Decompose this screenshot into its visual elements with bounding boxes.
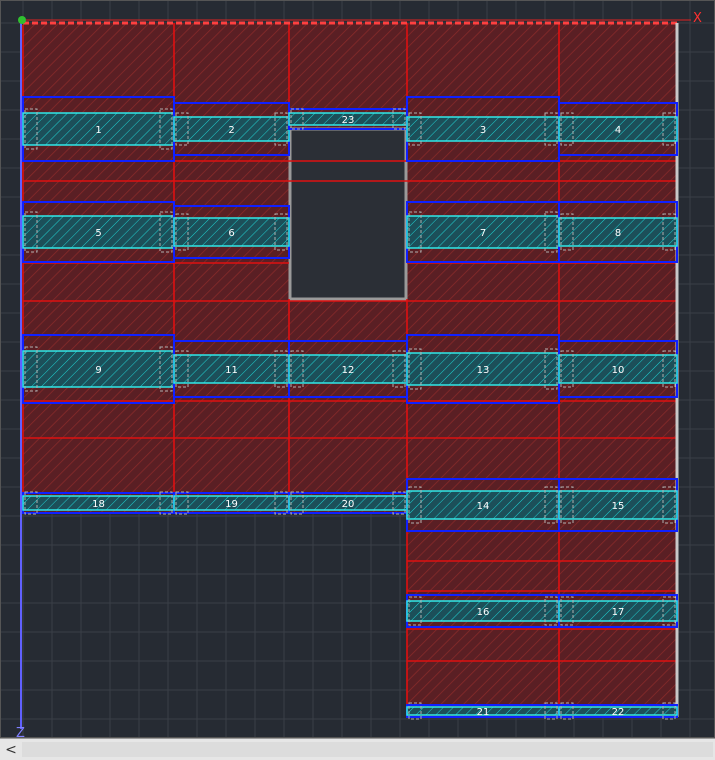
beam-label: 17 <box>612 607 625 618</box>
beam-label: 7 <box>480 228 486 239</box>
beam-19[interactable]: 19 <box>173 491 290 515</box>
beam-label: 3 <box>480 125 486 136</box>
scroll-left-arrow-icon[interactable]: < <box>0 739 22 760</box>
cad-drawing[interactable]: 1 2233 45 6 7 89 11 12 13 1018 19 20 14 1516 1721 22 X … <box>1 1 715 738</box>
beam-label: 13 <box>477 365 490 376</box>
origin-marker <box>18 16 26 24</box>
beam-21[interactable]: 21 <box>406 702 560 720</box>
beam-label: 22 <box>612 707 625 718</box>
horizontal-scrollbar[interactable]: < <box>0 738 715 760</box>
z-axis-label: Z <box>16 726 25 738</box>
beam-label: 1 <box>95 125 101 136</box>
beam-18[interactable]: 18 <box>22 491 175 515</box>
beam-label: 4 <box>615 125 621 136</box>
beam-label: 15 <box>612 501 625 512</box>
slab-middle <box>289 299 407 513</box>
cad-viewport[interactable]: 1 2 23 3 4 5 6 7 8 9 11 12 13 10 18 19 20 14 15 16 17 21 22 X … <box>0 0 715 738</box>
beam-label: 12 <box>342 365 355 376</box>
beam-label: 18 <box>92 499 105 510</box>
beam-label: 11 <box>225 365 238 376</box>
beam-label: 19 <box>225 499 238 510</box>
scrollbar-thumb[interactable] <box>22 742 713 757</box>
beam-label: 6 <box>228 228 234 239</box>
floor-opening <box>288 127 408 301</box>
x-axis-label: X <box>693 11 702 26</box>
beam-label: 21 <box>477 707 490 718</box>
beam-label: 14 <box>477 501 490 512</box>
beam-label: 10 <box>612 365 625 376</box>
beam-label: 9 <box>95 365 101 376</box>
beam-label: 23 <box>342 115 355 126</box>
beam-label: 2 <box>228 125 234 136</box>
beam-22[interactable]: 22 <box>558 702 678 720</box>
beam-label: 5 <box>95 228 101 239</box>
beam-label: 20 <box>342 499 355 510</box>
beam-label: 8 <box>615 228 621 239</box>
beam-20[interactable]: 20 <box>288 491 408 515</box>
beam-label: 16 <box>477 607 490 618</box>
